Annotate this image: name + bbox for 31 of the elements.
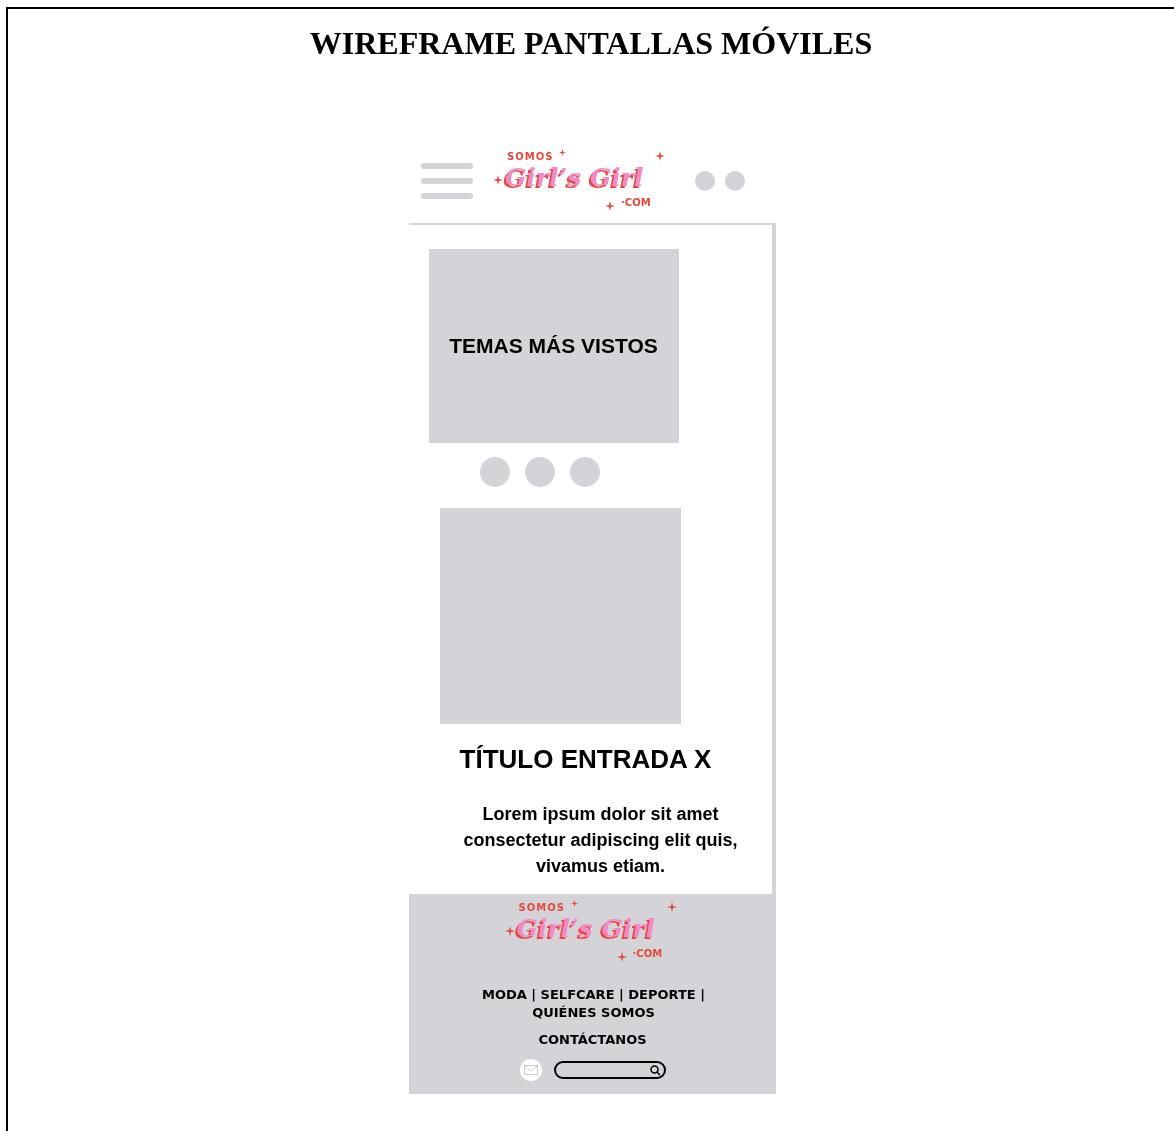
mail-icon[interactable] xyxy=(519,1059,542,1081)
search-icon xyxy=(649,1064,661,1076)
post-title: TÍTULO ENTRADA X xyxy=(459,744,712,775)
search-field[interactable] xyxy=(553,1061,666,1079)
logo[interactable]: SOMOS Girl’s Girl ·COM xyxy=(493,149,669,213)
carousel-dot[interactable] xyxy=(569,457,600,487)
logo-suffix: ·COM xyxy=(621,197,651,209)
sparkle-icon xyxy=(616,952,627,962)
sparkle-icon xyxy=(493,175,503,185)
icon-placeholder[interactable] xyxy=(725,171,745,191)
logo-wordmark: Girl’s Girl xyxy=(516,914,655,944)
menu-icon[interactable] xyxy=(421,163,473,199)
logo-prefix: SOMOS xyxy=(518,902,565,913)
footer-nav[interactable]: MODA | SELFCARE | DEPORTE | QUIÉNES SOMOS xyxy=(458,986,729,1022)
post-excerpt: Lorem ipsum dolor sit amet consectetur adipiscing elit quis, vivamus etiam. xyxy=(462,803,739,878)
sparkle-icon xyxy=(559,149,566,156)
logo-suffix: ·COM xyxy=(632,948,663,960)
carousel-dot[interactable] xyxy=(479,457,510,487)
featured-banner[interactable]: TEMAS MÁS VISTOS xyxy=(428,249,679,443)
carousel-dot[interactable] xyxy=(524,457,555,487)
icon-placeholder[interactable] xyxy=(695,171,715,191)
sparkle-icon xyxy=(605,201,615,211)
banner-label: TEMAS MÁS VISTOS xyxy=(449,334,658,358)
logo-wordmark: Girl’s Girl xyxy=(505,163,644,193)
contact-link[interactable]: CONTÁCTANOS xyxy=(538,1032,647,1047)
logo-prefix: SOMOS xyxy=(507,151,554,162)
sparkle-icon xyxy=(570,900,578,907)
sparkle-icon xyxy=(655,151,665,161)
sparkle-icon xyxy=(666,902,677,912)
sparkle-icon xyxy=(504,926,515,936)
document-title: WIREFRAME PANTALLAS MÓVILES xyxy=(309,25,873,62)
